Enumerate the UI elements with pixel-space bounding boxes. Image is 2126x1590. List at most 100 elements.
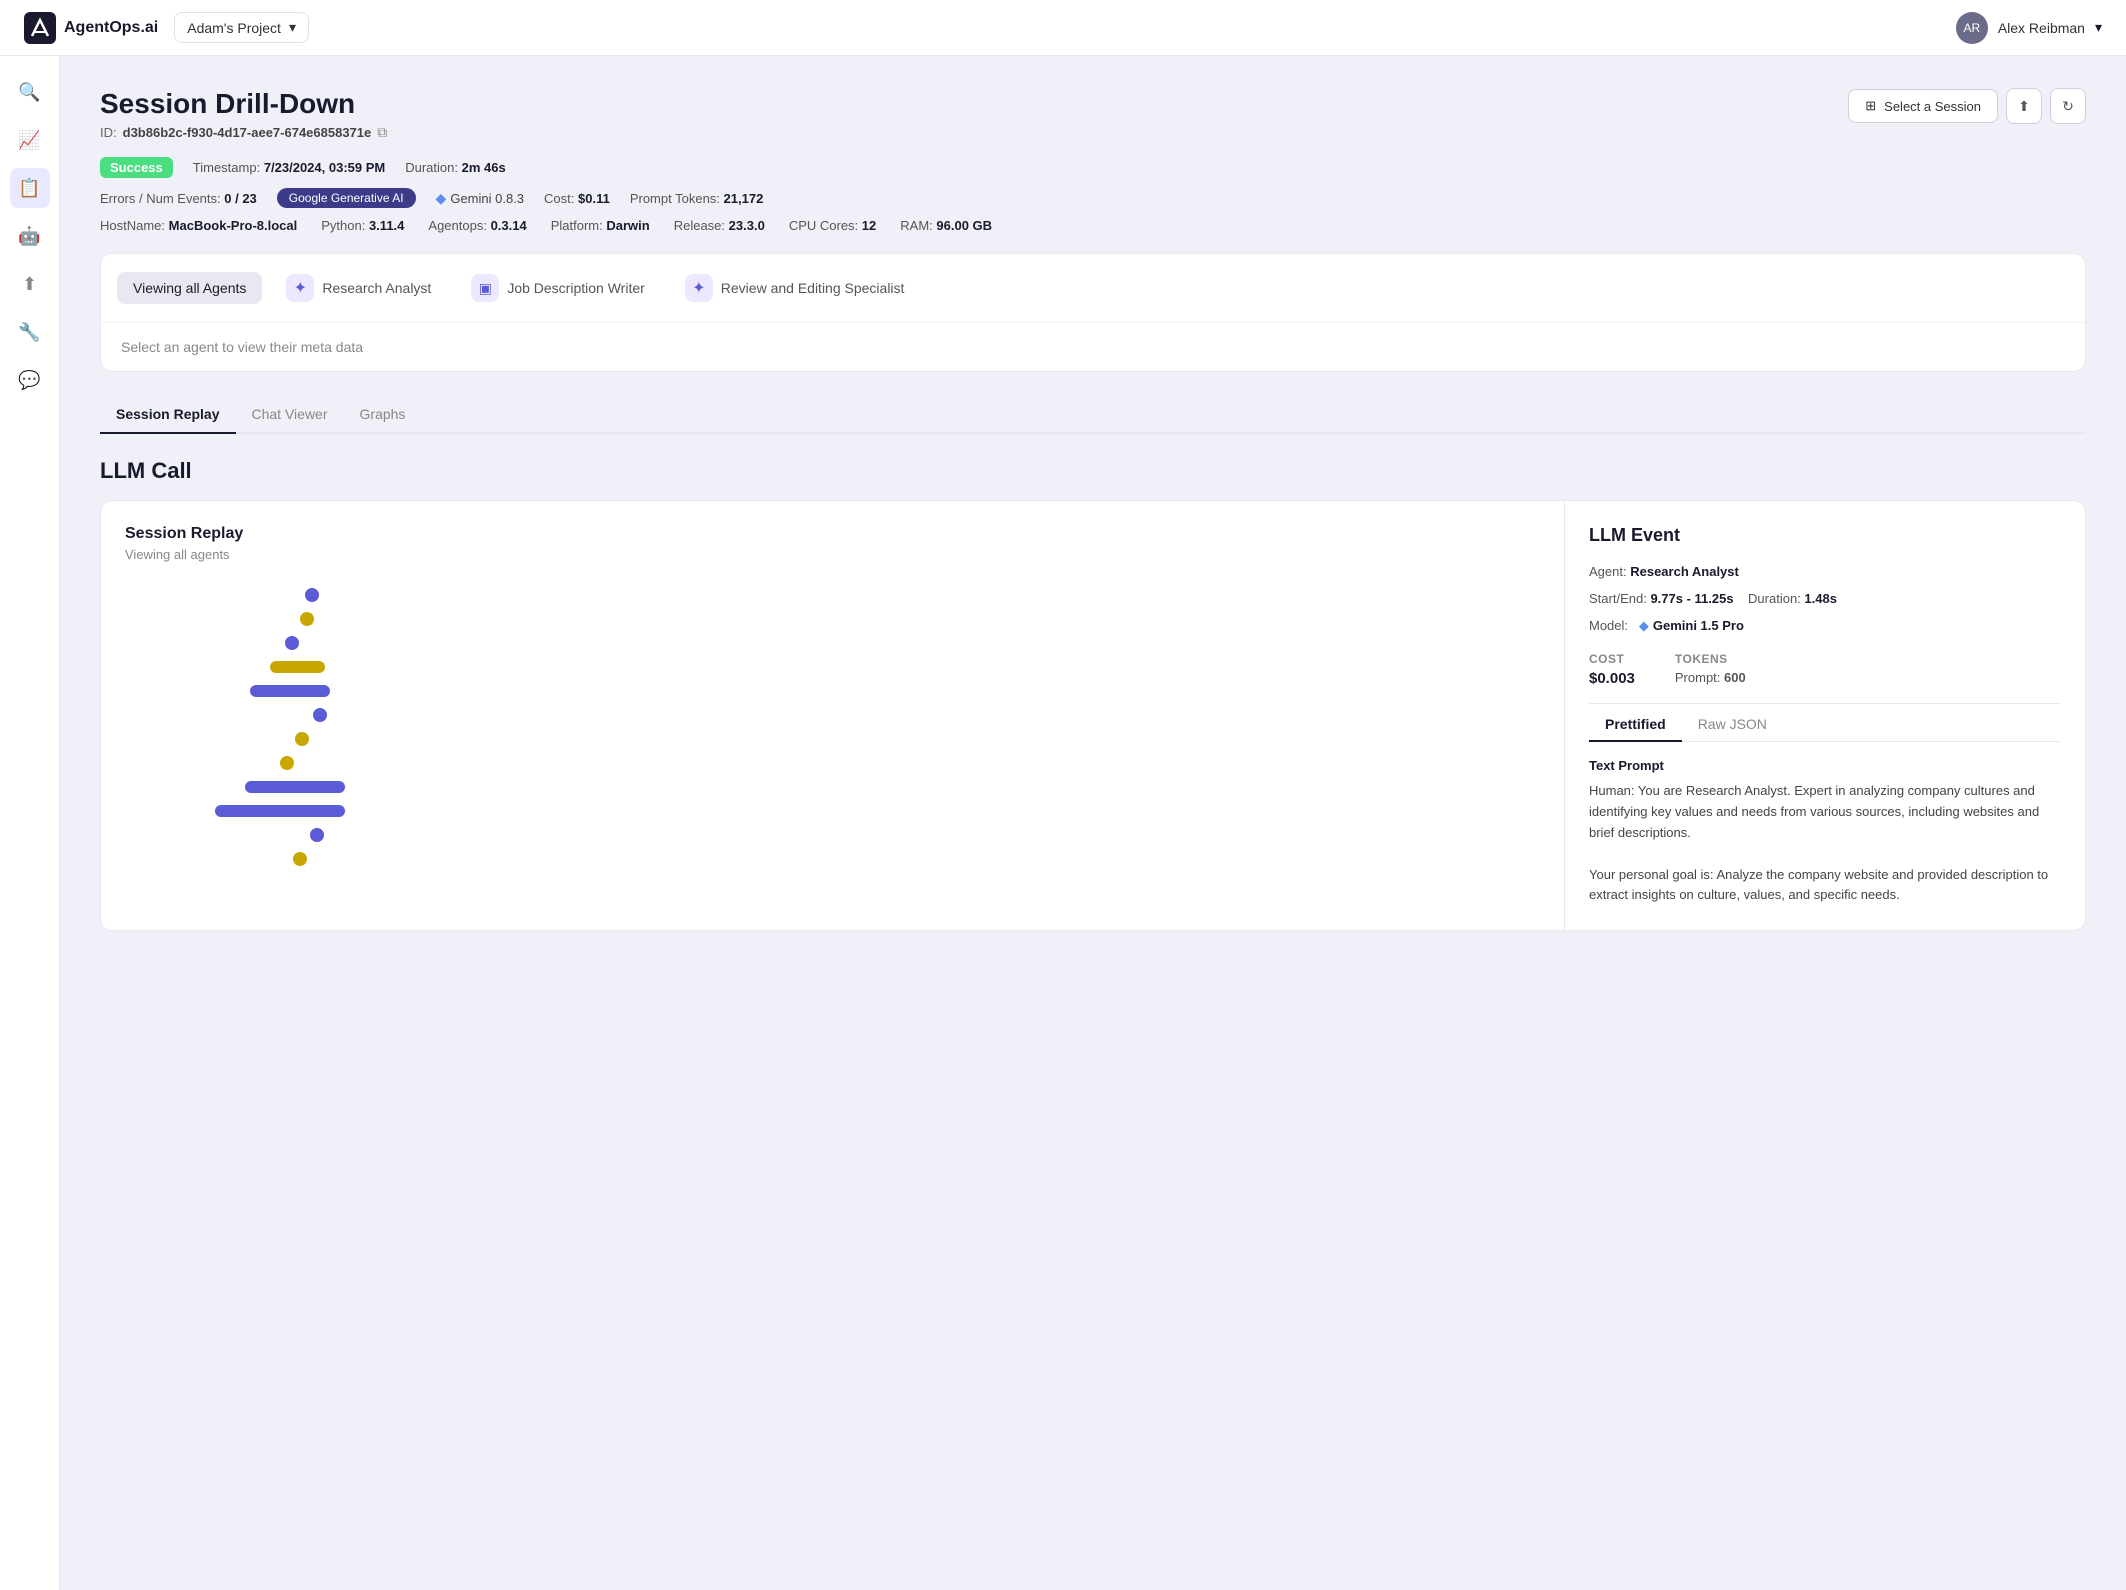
agents-select-prompt: Select an agent to view their meta data bbox=[121, 339, 363, 355]
divider bbox=[1589, 703, 2061, 704]
tokens-prompt: Prompt: 600 bbox=[1675, 670, 1746, 685]
timeline-item-8 bbox=[185, 754, 1540, 772]
provider-tag: Google Generative AI bbox=[277, 188, 416, 208]
tab-graphs[interactable]: Graphs bbox=[344, 396, 422, 434]
errors-item: Errors / Num Events: 0 / 23 bbox=[100, 191, 257, 206]
event-tabs: Prettified Raw JSON bbox=[1589, 708, 2061, 742]
timeline-item-5 bbox=[185, 682, 1540, 700]
tab-research-analyst[interactable]: ✦ Research Analyst bbox=[270, 266, 447, 310]
event-panel: LLM Event Agent: Research Analyst Start/… bbox=[1565, 501, 2085, 930]
tab-viewing-all[interactable]: Viewing all Agents bbox=[117, 272, 262, 304]
timeline-item-3 bbox=[185, 634, 1540, 652]
sidebar-item-sessions[interactable]: 📋 bbox=[10, 168, 50, 208]
event-agent: Agent: Research Analyst bbox=[1589, 562, 2061, 583]
text-prompt-label: Text Prompt bbox=[1589, 758, 2061, 773]
session-id-value: d3b86b2c-f930-4d17-aee7-674e6858371e bbox=[123, 125, 372, 140]
timeline-item-2 bbox=[185, 610, 1540, 628]
tl-bar bbox=[270, 661, 325, 673]
sidebar-item-traces[interactable]: ⬆ bbox=[10, 264, 50, 304]
user-avatar: AR bbox=[1956, 12, 1988, 44]
main-content: Session Drill-Down ID: d3b86b2c-f930-4d1… bbox=[60, 56, 2126, 1590]
tl-bar bbox=[215, 805, 345, 817]
review-editing-icon: ✦ bbox=[685, 274, 713, 302]
release-item: Release: 23.3.0 bbox=[674, 218, 765, 233]
project-selector[interactable]: Adam's Project ▾ bbox=[174, 12, 309, 43]
tl-dot bbox=[295, 732, 309, 746]
bot-icon: 💬 bbox=[18, 370, 40, 391]
tab-job-description-writer[interactable]: ▣ Job Description Writer bbox=[455, 266, 660, 310]
sidebar: 🔍 📈 📋 🤖 ⬆ 🔧 💬 bbox=[0, 56, 60, 1590]
event-tab-prettified[interactable]: Prettified bbox=[1589, 708, 1682, 742]
sidebar-item-analytics[interactable]: 📈 bbox=[10, 120, 50, 160]
timeline-item-4 bbox=[185, 658, 1540, 676]
timeline-item-1 bbox=[185, 586, 1540, 604]
tab-session-replay[interactable]: Session Replay bbox=[100, 396, 236, 434]
tools-icon: 🔧 bbox=[18, 322, 40, 343]
user-name: Alex Reibman bbox=[1998, 20, 2085, 36]
page-header: Session Drill-Down ID: d3b86b2c-f930-4d1… bbox=[100, 88, 2086, 141]
hostname-item: HostName: MacBook-Pro-8.local bbox=[100, 218, 297, 233]
model-badge: ◆ Gemini 0.8.3 bbox=[436, 190, 524, 207]
app-name: AgentOps.ai bbox=[64, 19, 158, 37]
timeline-item-6 bbox=[185, 706, 1540, 724]
sidebar-item-agents[interactable]: 🤖 bbox=[10, 216, 50, 256]
tl-dot bbox=[280, 756, 294, 770]
header-actions: ⊞ Select a Session ⬆ ↻ bbox=[1848, 88, 2086, 124]
select-session-button[interactable]: ⊞ Select a Session bbox=[1848, 89, 1998, 123]
tl-bar bbox=[250, 685, 330, 697]
review-editing-label: Review and Editing Specialist bbox=[721, 280, 905, 296]
event-tab-raw-json[interactable]: Raw JSON bbox=[1682, 708, 1783, 742]
agents-icon: 🤖 bbox=[18, 226, 40, 247]
refresh-button[interactable]: ↻ bbox=[2050, 88, 2086, 124]
collapse-button[interactable]: ⬆ bbox=[2006, 88, 2042, 124]
tl-dot bbox=[293, 852, 307, 866]
tokens-section-label: Tokens bbox=[1675, 652, 1746, 666]
cost-value: $0.003 bbox=[1589, 670, 1635, 687]
tl-dot bbox=[313, 708, 327, 722]
timeline-item-10 bbox=[185, 802, 1540, 820]
chart-icon: 📈 bbox=[18, 130, 40, 151]
page-title: Session Drill-Down bbox=[100, 88, 387, 120]
traces-icon: ⬆ bbox=[22, 274, 37, 295]
agents-tabs: Viewing all Agents ✦ Research Analyst ▣ … bbox=[101, 254, 2085, 323]
llm-card: Session Replay Viewing all agents bbox=[100, 500, 2086, 931]
replay-panel: Session Replay Viewing all agents bbox=[101, 501, 1565, 930]
job-writer-label: Job Description Writer bbox=[507, 280, 644, 296]
page-header-left: Session Drill-Down ID: d3b86b2c-f930-4d1… bbox=[100, 88, 387, 141]
timeline-item-12 bbox=[185, 850, 1540, 868]
text-prompt-content: Human: You are Research Analyst. Expert … bbox=[1589, 781, 2061, 906]
meta-row-2: Errors / Num Events: 0 / 23 Google Gener… bbox=[100, 188, 2086, 208]
session-id-label: ID: bbox=[100, 125, 117, 140]
ram-item: RAM: 96.00 GB bbox=[900, 218, 992, 233]
sidebar-item-search[interactable]: 🔍 bbox=[10, 72, 50, 112]
prompt-tokens-item: Prompt Tokens: 21,172 bbox=[630, 191, 763, 206]
tab-review-editing[interactable]: ✦ Review and Editing Specialist bbox=[669, 266, 921, 310]
replay-panel-title: Session Replay bbox=[125, 525, 1540, 543]
agents-body: Select an agent to view their meta data bbox=[101, 323, 2085, 371]
llm-section: LLM Call Session Replay Viewing all agen… bbox=[100, 458, 2086, 931]
refresh-icon: ↻ bbox=[2062, 98, 2074, 115]
duration-item: Duration: 2m 46s bbox=[405, 160, 505, 175]
view-tabs: Session Replay Chat Viewer Graphs bbox=[100, 396, 2086, 434]
sidebar-item-tools[interactable]: 🔧 bbox=[10, 312, 50, 352]
timeline-item-7 bbox=[185, 730, 1540, 748]
select-session-icon: ⊞ bbox=[1865, 98, 1876, 114]
user-dropdown-icon: ▾ bbox=[2095, 19, 2102, 36]
cost-section-label: Cost bbox=[1589, 652, 1635, 666]
sidebar-item-bot[interactable]: 💬 bbox=[10, 360, 50, 400]
meta-row-3: HostName: MacBook-Pro-8.local Python: 3.… bbox=[100, 218, 2086, 233]
search-icon: 🔍 bbox=[18, 82, 40, 103]
job-writer-icon: ▣ bbox=[471, 274, 499, 302]
copy-icon[interactable]: ⧉ bbox=[377, 124, 387, 141]
replay-panel-subtitle: Viewing all agents bbox=[125, 547, 1540, 562]
tab-chat-viewer[interactable]: Chat Viewer bbox=[236, 396, 344, 434]
viewing-all-label: Viewing all Agents bbox=[133, 280, 246, 296]
gemini-icon: ◆ bbox=[436, 190, 447, 207]
gemini-diamond-icon: ◆ bbox=[1639, 616, 1649, 637]
research-analyst-icon: ✦ bbox=[286, 274, 314, 302]
topnav-right: AR Alex Reibman ▾ bbox=[1956, 12, 2102, 44]
collapse-icon: ⬆ bbox=[2018, 98, 2030, 115]
tl-dot bbox=[300, 612, 314, 626]
agentops-item: Agentops: 0.3.14 bbox=[428, 218, 526, 233]
cpu-item: CPU Cores: 12 bbox=[789, 218, 876, 233]
